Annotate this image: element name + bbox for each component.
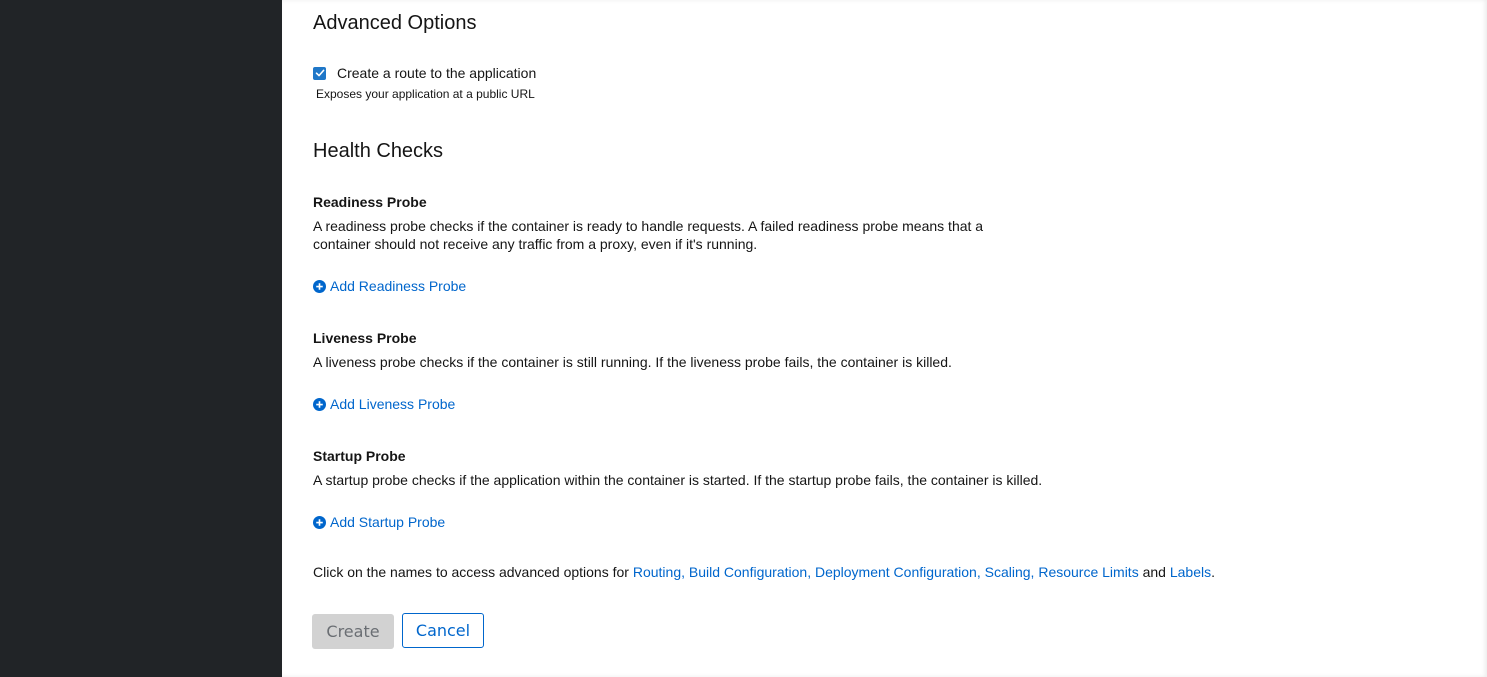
add-startup-probe-button[interactable]: Add Startup Probe xyxy=(313,514,445,530)
scaling-link[interactable]: Scaling xyxy=(985,564,1031,580)
labels-link[interactable]: Labels xyxy=(1170,564,1211,580)
advanced-options-title: Advanced Options xyxy=(313,12,477,34)
add-readiness-probe-label[interactable]: Add Readiness Probe xyxy=(330,278,466,294)
left-sidebar xyxy=(0,0,282,677)
create-button[interactable]: Create xyxy=(312,614,394,649)
readiness-probe-description-line2: container should not receive any traffic… xyxy=(313,236,758,252)
liveness-probe-title: Liveness Probe xyxy=(313,330,417,346)
route-checkbox[interactable] xyxy=(313,66,326,80)
links-separator: , xyxy=(681,564,689,580)
route-checkbox-row[interactable]: Create a route to the application xyxy=(313,64,536,82)
plus-circle-icon xyxy=(313,515,326,529)
add-readiness-probe-button[interactable]: Add Readiness Probe xyxy=(313,278,466,294)
cancel-button[interactable]: Cancel xyxy=(402,613,484,648)
readiness-probe-title: Readiness Probe xyxy=(313,194,427,210)
plus-circle-icon xyxy=(313,279,326,293)
startup-probe-title: Startup Probe xyxy=(313,448,406,464)
health-checks-title: Health Checks xyxy=(313,140,444,162)
route-checkbox-label[interactable]: Create a route to the application xyxy=(337,64,536,82)
resource-limits-link[interactable]: Resource Limits xyxy=(1038,564,1138,580)
build-configuration-link[interactable]: Build Configuration xyxy=(689,564,807,580)
links-suffix: . xyxy=(1211,564,1215,580)
links-separator: , xyxy=(807,564,815,580)
links-separator: , xyxy=(976,564,985,580)
liveness-probe-description: A liveness probe checks if the container… xyxy=(313,354,952,370)
links-and: and xyxy=(1138,564,1170,580)
startup-probe-description: A startup probe checks if the applicatio… xyxy=(313,472,1043,488)
route-checkbox-helper: Exposes your application at a public URL xyxy=(316,87,535,101)
add-startup-probe-label[interactable]: Add Startup Probe xyxy=(330,514,445,530)
advanced-options-links: Click on the names to access advanced op… xyxy=(313,563,1215,581)
deployment-configuration-link[interactable]: Deployment Configuration xyxy=(815,564,977,580)
readiness-probe-description-line1: A readiness probe checks if the containe… xyxy=(313,218,984,234)
plus-circle-icon xyxy=(313,397,326,411)
add-liveness-probe-label[interactable]: Add Liveness Probe xyxy=(330,396,455,412)
add-liveness-probe-button[interactable]: Add Liveness Probe xyxy=(313,396,455,412)
advanced-links-prefix: Click on the names to access advanced op… xyxy=(313,564,633,580)
checkmark-icon xyxy=(315,69,324,77)
routing-link[interactable]: Routing xyxy=(633,564,681,580)
